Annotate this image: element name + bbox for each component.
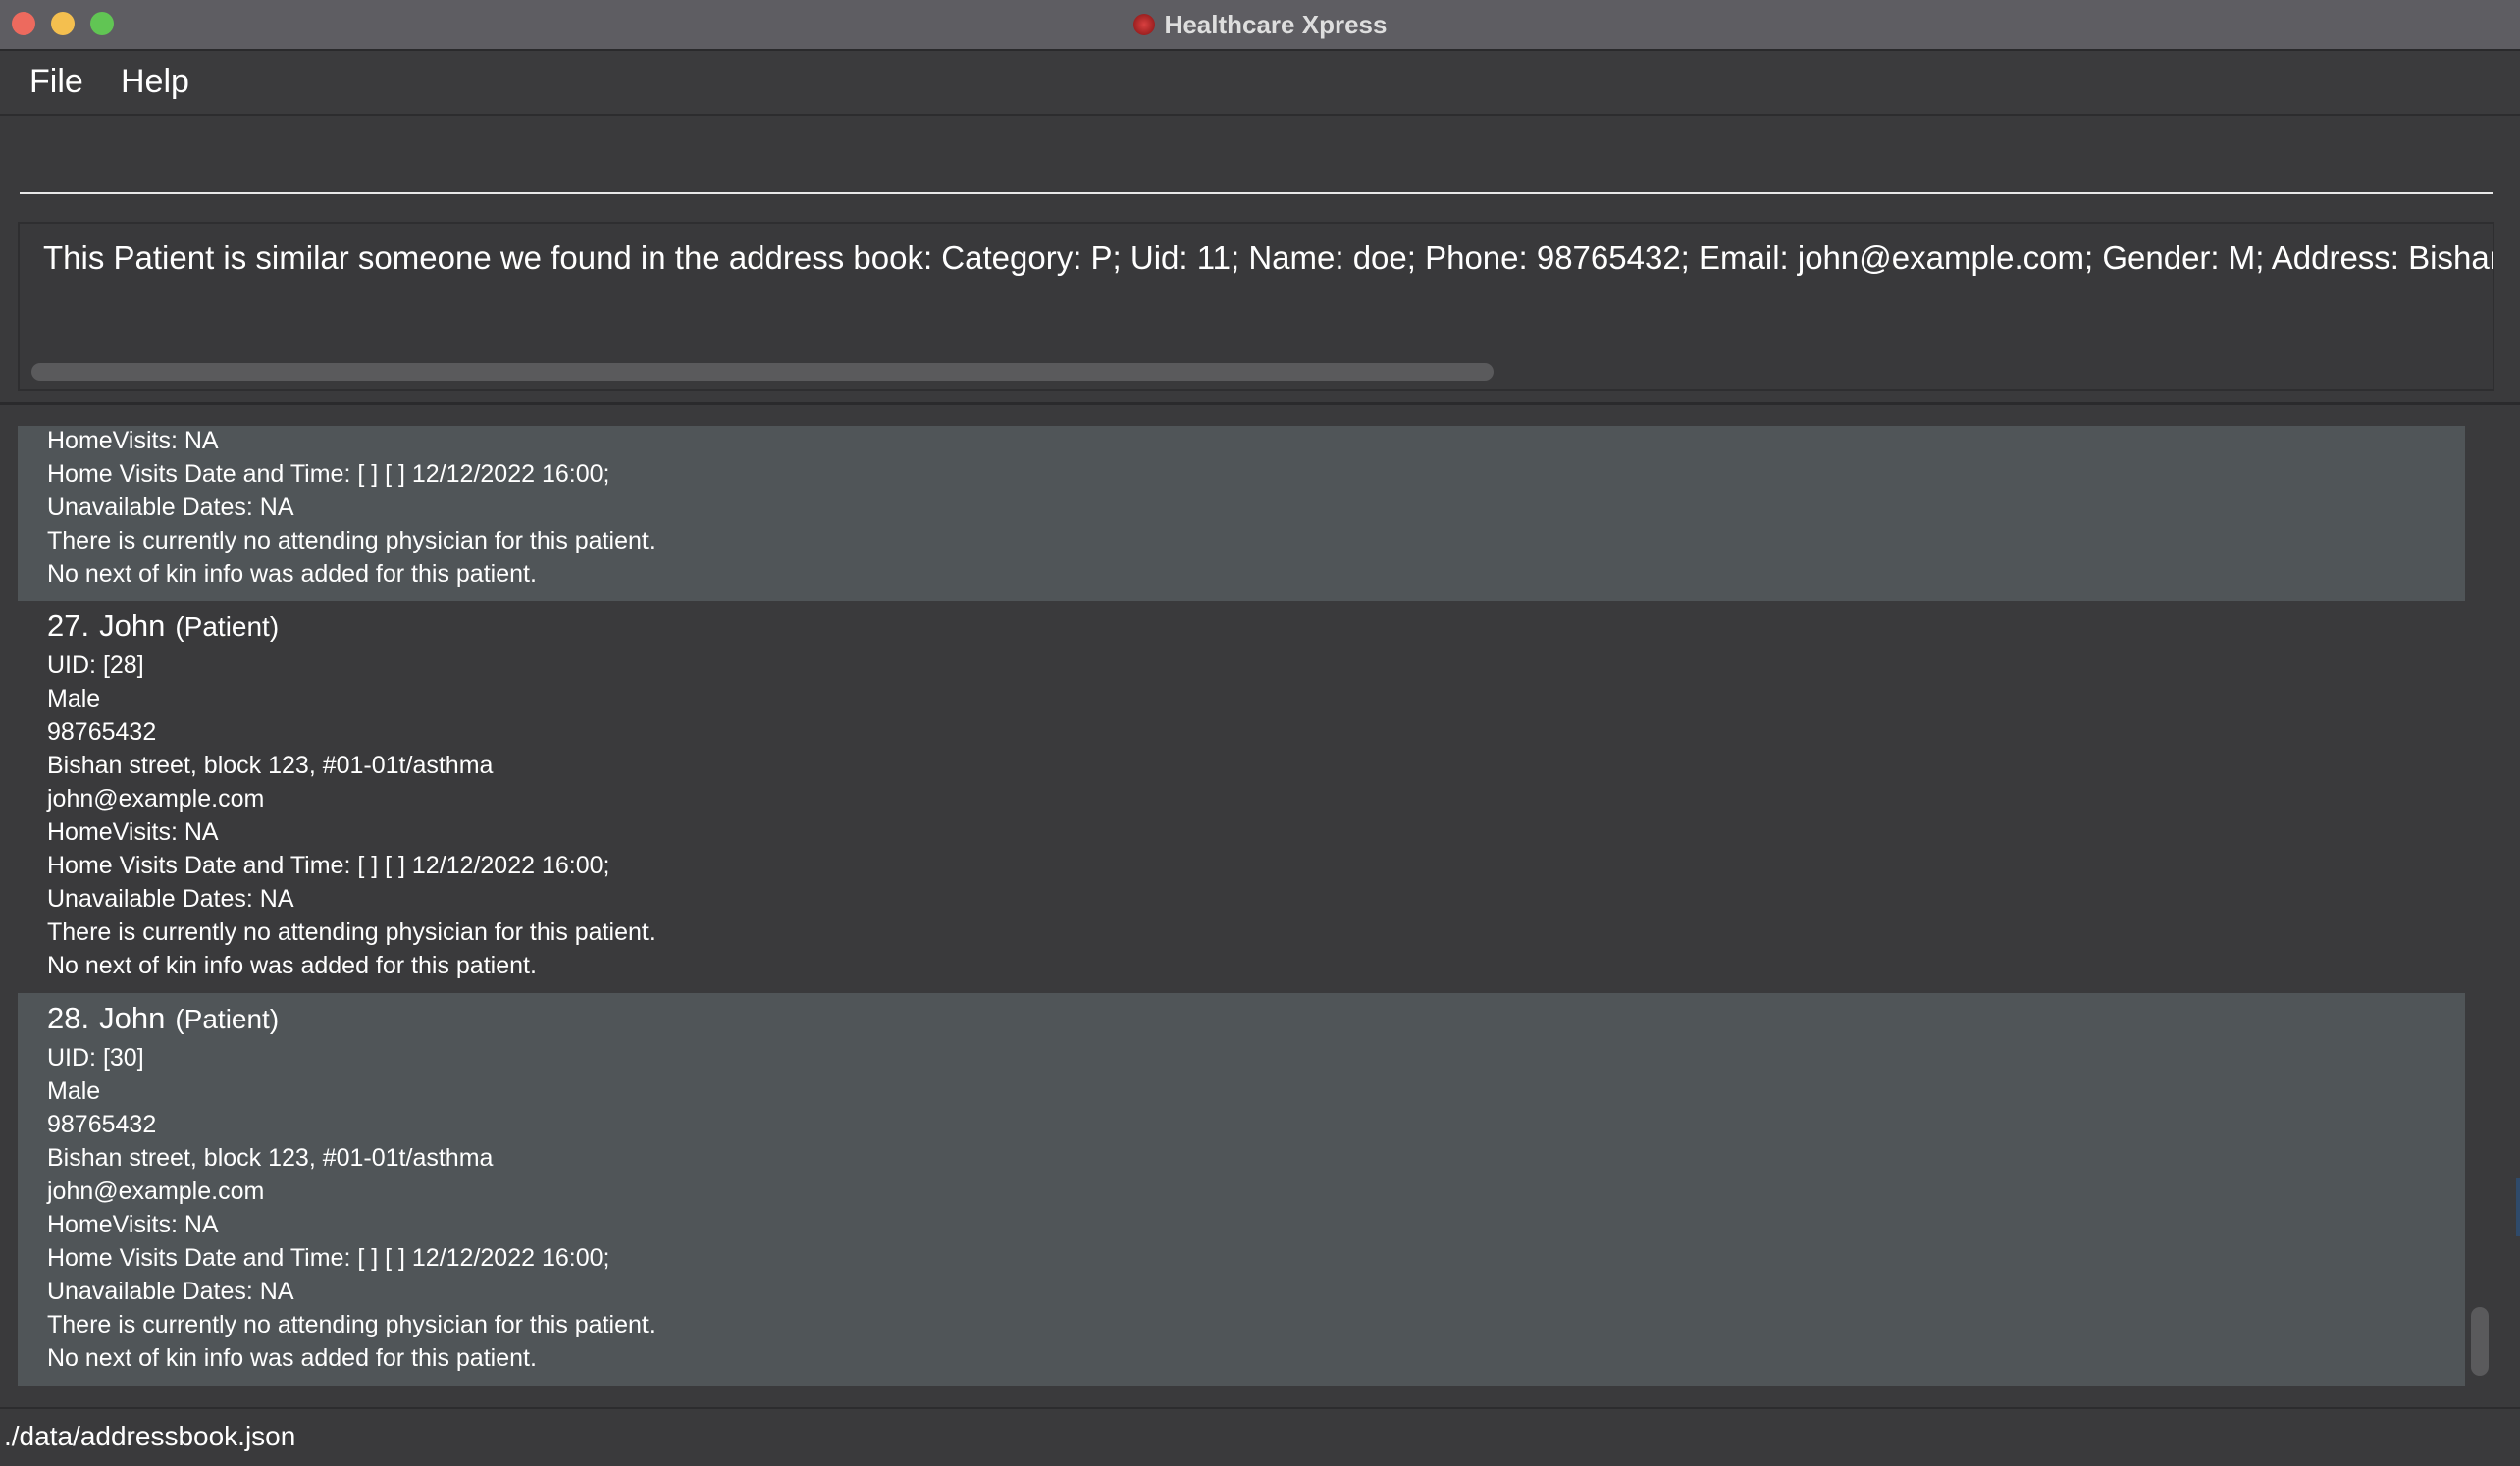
card-gender: Male [47, 685, 101, 712]
card-category: (Patient) [175, 1004, 280, 1034]
card-address: Bishan street, block 123, #01-01t/asthma [47, 752, 494, 779]
home-visits-datetime: Home Visits Date and Time: [ ] [ ] 12/12… [47, 852, 610, 879]
unavailable-dates: Unavailable Dates: NA [47, 885, 294, 913]
menu-help[interactable]: Help [121, 63, 189, 101]
card-address: Bishan street, block 123, #01-01t/asthma [47, 1144, 494, 1172]
home-visits: HomeVisits: NA [47, 1211, 219, 1238]
person-list[interactable]: HomeVisits: NA Home Visits Date and Time… [18, 426, 2465, 1386]
home-visits: HomeVisits: NA [47, 427, 219, 454]
card-uid: UID: [30] [47, 1044, 144, 1072]
physician-info: There is currently no attending physicia… [47, 527, 656, 554]
card-category: (Patient) [175, 611, 280, 642]
card-name: John [99, 608, 166, 643]
list-item[interactable]: 27. John (Patient) UID: [28] Male 98765432… [18, 601, 2465, 993]
card-gender: Male [47, 1077, 101, 1105]
card-name: John [99, 1001, 166, 1035]
card-header: 27. John (Patient) [47, 604, 2465, 649]
list-item[interactable]: 28. John (Patient) UID: [30] Male 98765432… [18, 993, 2465, 1386]
physician-info: There is currently no attending physicia… [47, 1311, 656, 1338]
home-visits-datetime: Home Visits Date and Time: [ ] [ ] 12/12… [47, 1244, 610, 1272]
card-header: 28. John (Patient) [47, 997, 2465, 1041]
card-email: john@example.com [47, 1178, 265, 1205]
list-item[interactable]: HomeVisits: NA Home Visits Date and Time… [18, 426, 2465, 601]
vertical-scrollbar[interactable] [2471, 1307, 2489, 1376]
home-visits: HomeVisits: NA [47, 818, 219, 846]
card-index: 28. [47, 1001, 90, 1035]
card-phone: 98765432 [47, 1111, 157, 1138]
home-visits-datetime: Home Visits Date and Time: [ ] [ ] 12/12… [47, 460, 610, 488]
horizontal-scrollbar[interactable] [31, 363, 1494, 381]
next-of-kin-info: No next of kin info was added for this p… [47, 560, 537, 588]
card-uid: UID: [28] [47, 652, 144, 679]
result-display[interactable]: This Patient is similar someone we found… [18, 222, 2494, 391]
divider [0, 402, 2520, 405]
command-box [0, 116, 2520, 206]
next-of-kin-info: No next of kin info was added for this p… [47, 1344, 537, 1372]
unavailable-dates: Unavailable Dates: NA [47, 1278, 294, 1305]
menu-file[interactable]: File [29, 63, 83, 101]
card-email: john@example.com [47, 785, 265, 812]
next-of-kin-info: No next of kin info was added for this p… [47, 952, 537, 979]
physician-info: There is currently no attending physicia… [47, 918, 656, 946]
title-bar: Healthcare Xpress [0, 0, 2520, 51]
app-icon [1132, 14, 1155, 35]
card-phone: 98765432 [47, 718, 157, 746]
window-edge [2516, 1178, 2520, 1236]
result-text: This Patient is similar someone we found… [43, 239, 2494, 276]
save-file-path: ./data/addressbook.json [4, 1421, 296, 1451]
menu-bar: File Help [0, 51, 2520, 116]
card-index: 27. [47, 608, 90, 643]
status-bar: ./data/addressbook.json [0, 1407, 2520, 1466]
unavailable-dates: Unavailable Dates: NA [47, 494, 294, 521]
window-title: Healthcare Xpress [1164, 9, 1388, 39]
command-input[interactable] [20, 116, 2493, 194]
